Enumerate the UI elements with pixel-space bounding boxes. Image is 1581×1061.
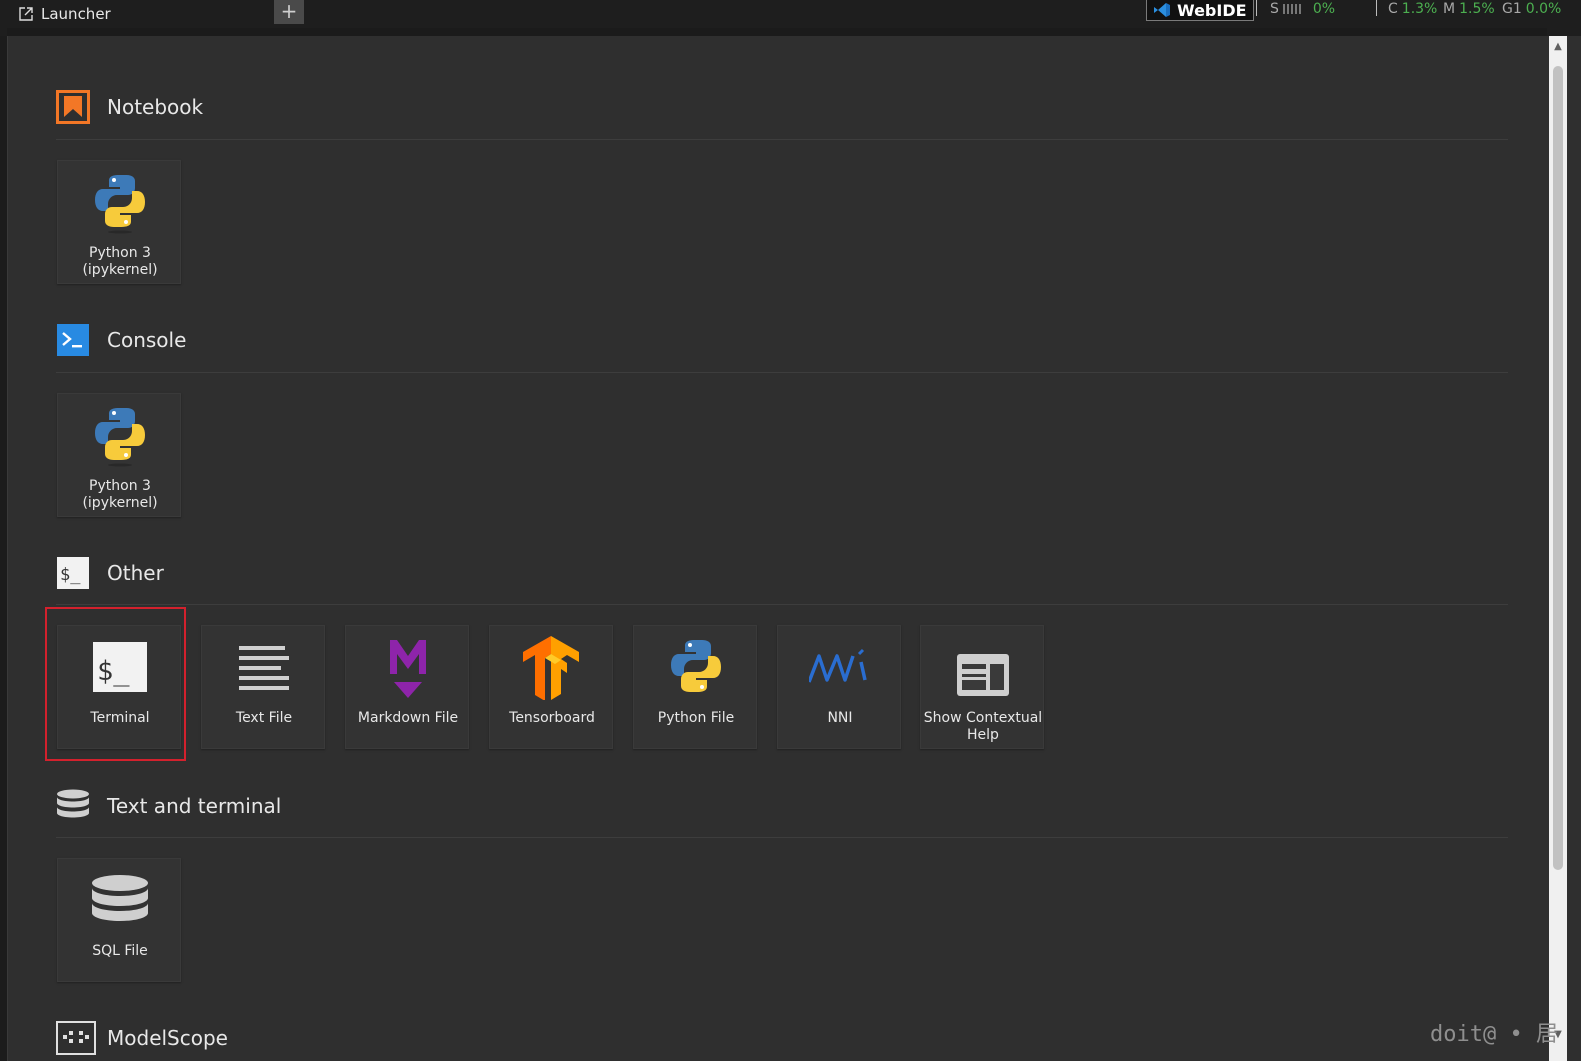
- launcher-card-notebook-python3[interactable]: Python 3 (ipykernel): [57, 160, 181, 284]
- tab-label: Launcher: [41, 5, 111, 23]
- storage-stat-value: 0%: [1312, 1, 1336, 17]
- scroll-up-icon[interactable]: ▲: [1551, 40, 1565, 54]
- svg-text:$_: $_: [60, 565, 81, 585]
- section-divider: [56, 837, 1508, 838]
- python-icon: [89, 402, 151, 468]
- top-bar: Launcher + WebIDE S 0% C 1.3% M 1.5% G1 …: [0, 0, 1581, 36]
- section-notebook-header: Notebook: [56, 89, 203, 125]
- section-title: Text and terminal: [107, 794, 282, 818]
- text-file-icon: [233, 634, 295, 700]
- section-divider: [56, 139, 1508, 140]
- cpu-stat: C 1.3%: [1388, 0, 1437, 18]
- storage-stat: S 0%: [1270, 0, 1335, 18]
- gpu-stat-value: 0.0%: [1525, 1, 1562, 17]
- cpu-stat-value: 1.3%: [1401, 1, 1438, 17]
- scrollbar-thumb[interactable]: [1553, 66, 1563, 870]
- webide-button[interactable]: WebIDE: [1146, 0, 1254, 21]
- card-label: Python File: [657, 710, 735, 726]
- python-icon: [665, 634, 727, 700]
- vscode-icon: [1154, 3, 1170, 17]
- terminal-icon: $_: [56, 556, 90, 590]
- tab-launcher[interactable]: Launcher: [7, 0, 273, 28]
- database-icon: [89, 867, 151, 933]
- notebook-icon: [56, 90, 90, 124]
- section-modelscope-header: ModelScope: [56, 1020, 228, 1056]
- watermark: doit@ • 居: [1430, 1022, 1558, 1047]
- gpu-stat: G1 0.0%: [1502, 0, 1561, 18]
- storage-stat-label: S: [1270, 1, 1279, 17]
- section-title: Other: [107, 561, 164, 585]
- contextual-help-icon: [952, 634, 1014, 700]
- card-label: Markdown File: [357, 710, 459, 726]
- launcher-card-contextual-help[interactable]: Show Contextual Help: [920, 625, 1044, 749]
- section-title: Notebook: [107, 95, 204, 119]
- python-icon: [89, 169, 151, 235]
- launcher-icon: [19, 7, 33, 21]
- section-other-header: $_ Other: [56, 555, 164, 591]
- launcher-card-text-file[interactable]: Text File: [201, 625, 325, 749]
- nni-icon: [807, 634, 871, 700]
- card-label: Text File: [235, 710, 293, 726]
- console-icon: [56, 323, 90, 357]
- card-label: SQL File: [92, 943, 148, 959]
- section-divider: [56, 372, 1508, 373]
- database-icon: [56, 789, 90, 823]
- tensorflow-icon: [521, 634, 583, 701]
- memory-stat-value: 1.5%: [1459, 1, 1495, 17]
- gpu-stat-label: G1: [1502, 1, 1522, 17]
- section-title: ModelScope: [107, 1026, 228, 1050]
- card-label: Python 3 (ipykernel): [82, 245, 158, 278]
- section-console-header: Console: [56, 322, 186, 358]
- memory-stat-label: M: [1443, 1, 1456, 17]
- markdown-icon: [377, 634, 439, 700]
- launcher-card-markdown-file[interactable]: Markdown File: [345, 625, 469, 749]
- section-divider: [56, 604, 1508, 605]
- card-label: NNI: [827, 710, 853, 726]
- section-text-terminal-header: Text and terminal: [56, 788, 281, 824]
- divider: [1376, 0, 1377, 16]
- card-label: Python 3 (ipykernel): [82, 478, 158, 511]
- webide-label: WebIDE: [1177, 0, 1247, 20]
- card-label: Show Contextual Help: [923, 710, 1043, 743]
- divider: [1256, 0, 1257, 16]
- launcher-card-python-file[interactable]: Python File: [633, 625, 757, 749]
- section-title: Console: [107, 328, 187, 352]
- card-label: Tensorboard: [509, 710, 595, 726]
- launcher-card-console-python3[interactable]: Python 3 (ipykernel): [57, 393, 181, 517]
- launcher-card-tensorboard[interactable]: Tensorboard: [489, 625, 613, 749]
- add-tab-button[interactable]: +: [274, 0, 304, 24]
- storage-bars-icon: [1282, 4, 1301, 14]
- tab-strip: [7, 28, 1547, 36]
- launcher-card-nni[interactable]: NNI: [777, 625, 901, 749]
- terminal-highlight-box: [45, 607, 186, 761]
- window-left-edge: [0, 0, 7, 1061]
- launcher-card-sql-file[interactable]: SQL File: [57, 858, 181, 982]
- launcher-panel: [7, 36, 1548, 1061]
- cpu-stat-label: C: [1388, 1, 1398, 17]
- modelscope-icon: [56, 1021, 96, 1055]
- memory-stat: M 1.5%: [1443, 0, 1495, 18]
